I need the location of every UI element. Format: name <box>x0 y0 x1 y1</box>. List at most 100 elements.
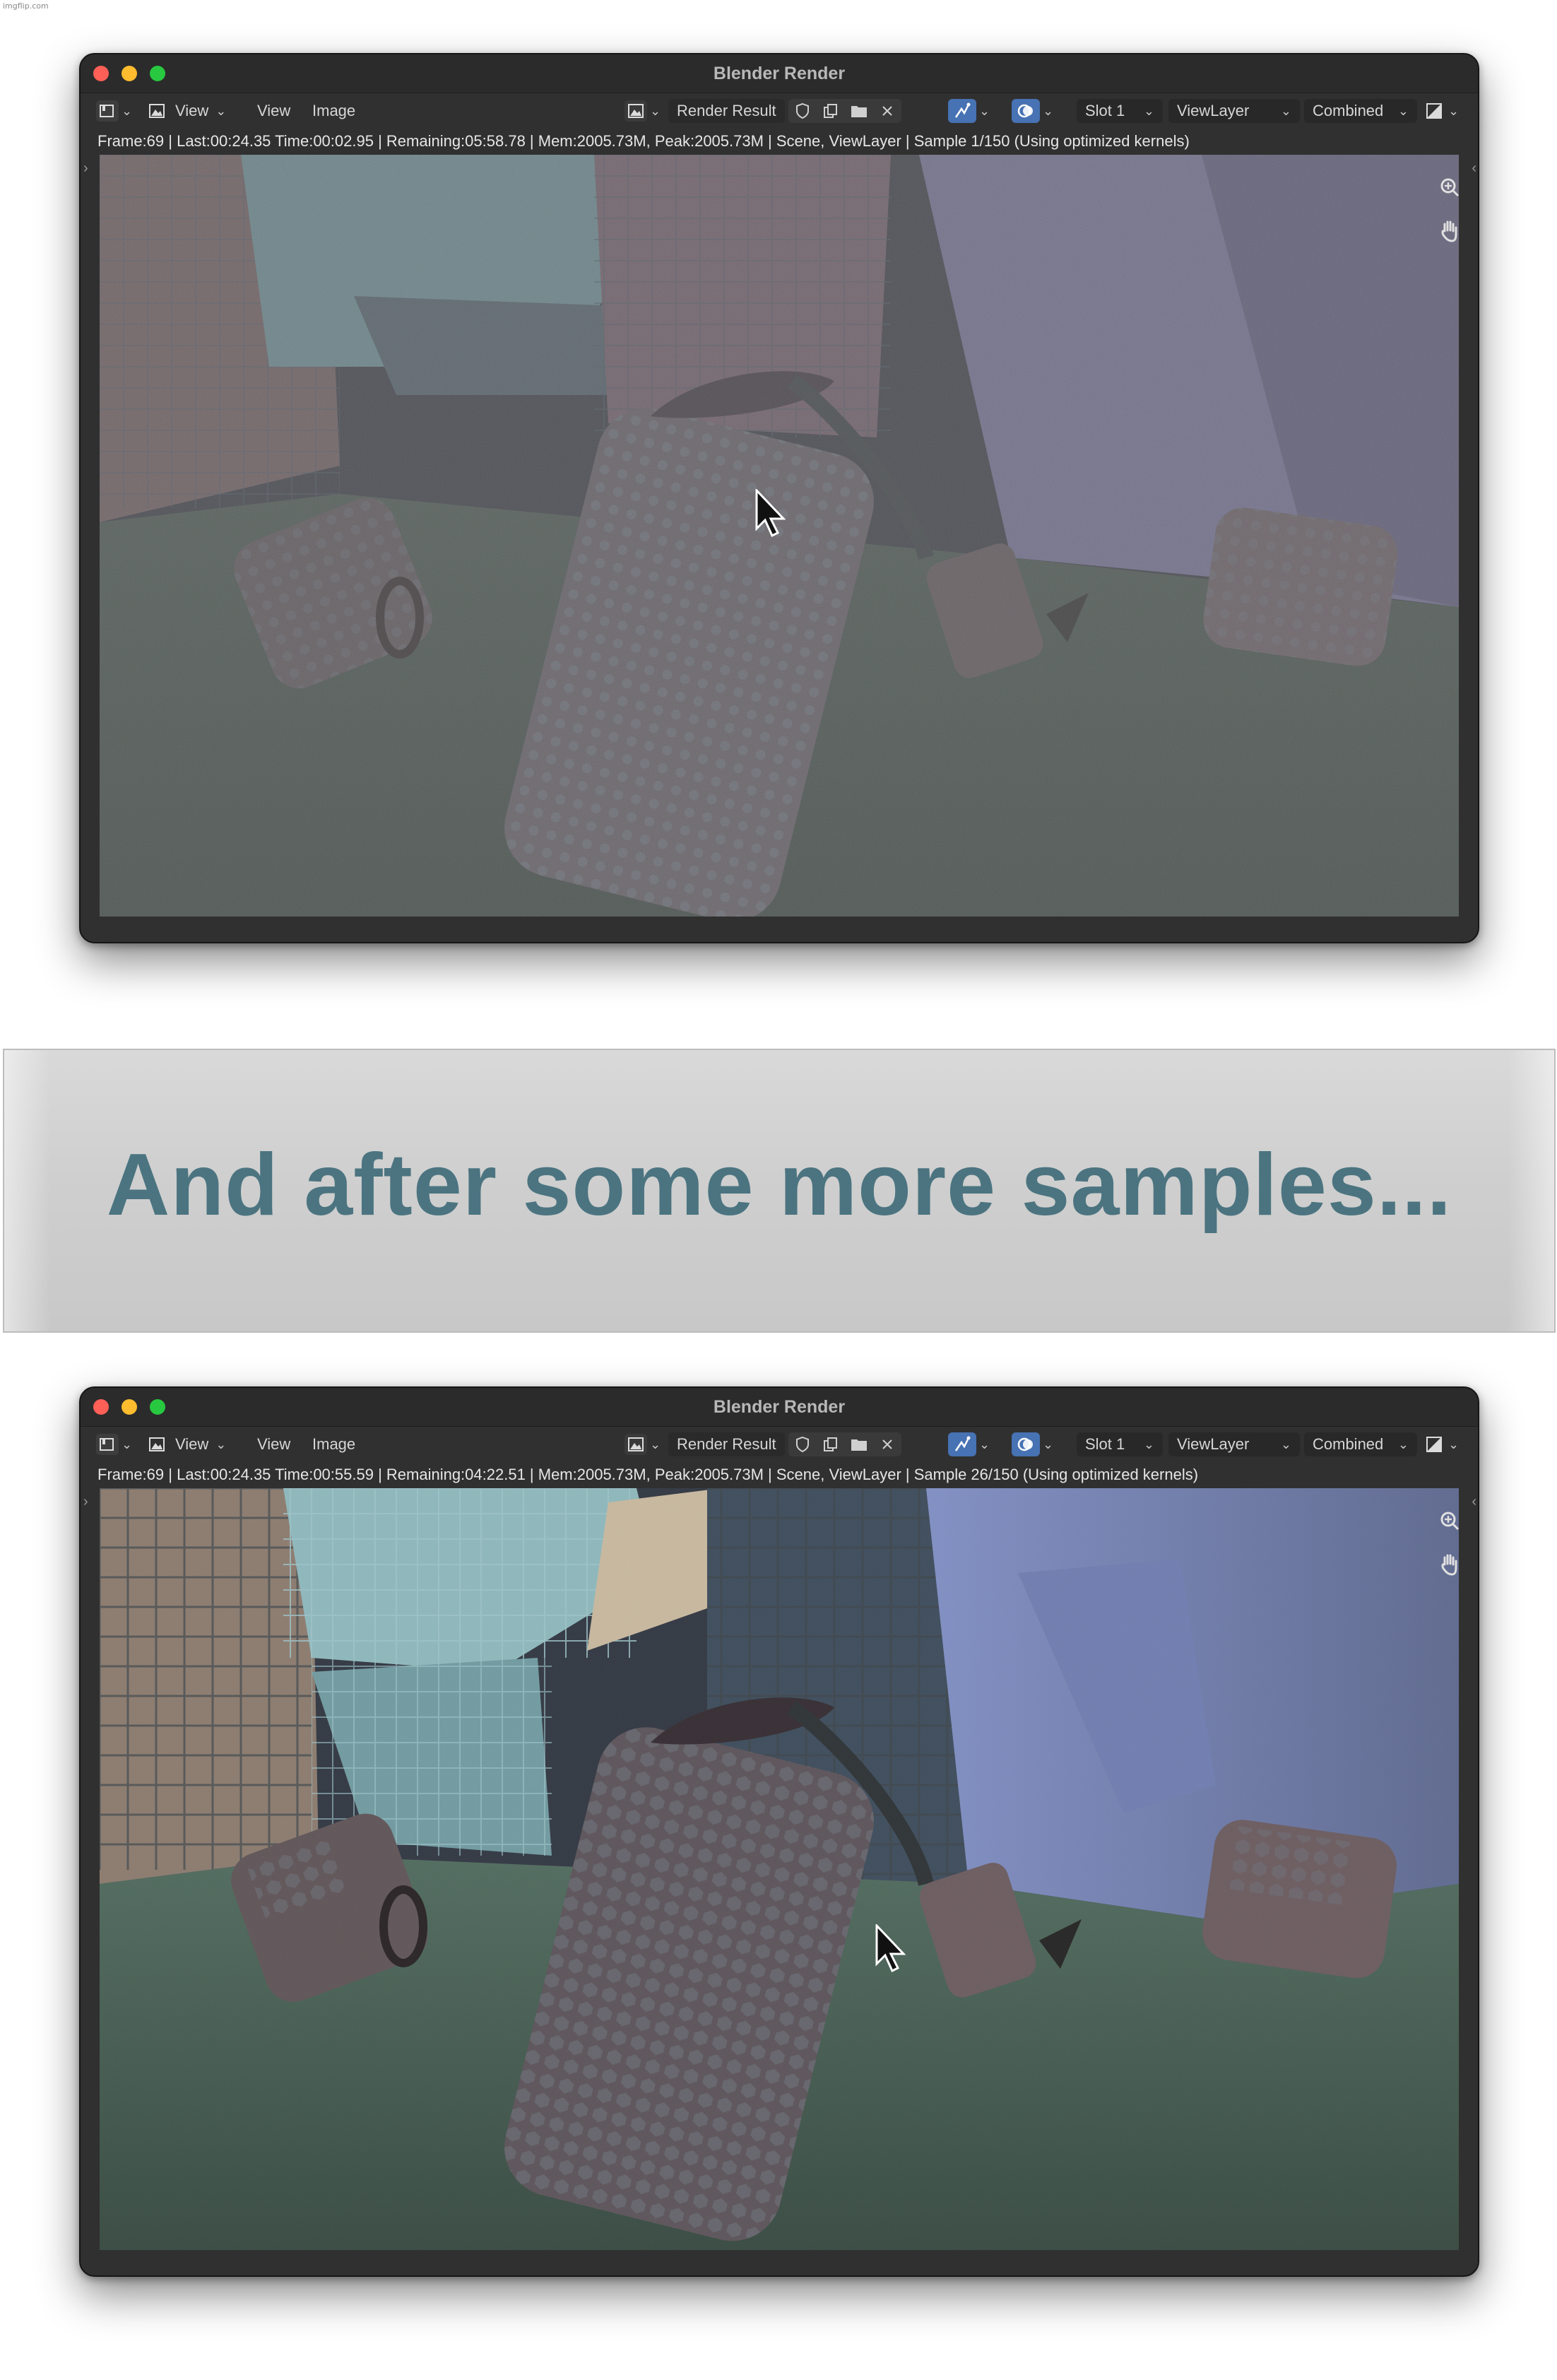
chevron-down-icon: ⌄ <box>979 103 990 118</box>
chevron-down-icon: ⌄ <box>1280 1437 1291 1451</box>
sidebar-expand-arrow[interactable]: ‹ <box>1472 160 1476 177</box>
view-menu-label: View <box>257 1435 291 1453</box>
gizmo-toggle[interactable]: ⌄ <box>948 1432 990 1457</box>
render-pass-label: Combined <box>1313 102 1384 119</box>
render-status-line: Frame:69 | Last:00:24.35 Time:00:02.95 |… <box>97 132 1190 150</box>
view-layer-dropdown[interactable]: ViewLayer ⌄ <box>1168 98 1300 124</box>
image-view-icon <box>146 100 168 122</box>
slot-label: Slot 1 <box>1085 1435 1125 1453</box>
duplicate-icon[interactable] <box>817 1432 845 1456</box>
image-name-label: Render Result <box>668 1432 785 1456</box>
window-title: Blender Render <box>713 1397 846 1417</box>
image-menu-label: Image <box>312 102 356 119</box>
hand-icon[interactable] <box>1435 1550 1464 1579</box>
image-name-field[interactable]: Render Result <box>668 1432 785 1457</box>
title-bar[interactable]: Blender Render <box>81 1388 1478 1427</box>
image-browse-icon <box>624 1434 647 1455</box>
zoom-icon[interactable] <box>1435 1507 1464 1535</box>
caption-text: And after some more samples... <box>106 1136 1452 1234</box>
zoom-icon[interactable] <box>1435 173 1464 201</box>
image-browse-dropdown[interactable]: ⌄ <box>624 1432 661 1457</box>
chevron-down-icon: ⌄ <box>215 1437 227 1451</box>
caption-banner: And after some more samples... <box>3 1049 1556 1333</box>
toolbar-expand-arrow[interactable]: › <box>83 160 88 177</box>
watermark: imgflip.com <box>3 1 49 11</box>
chevron-down-icon: ⌄ <box>122 103 133 118</box>
view-layer-dropdown[interactable]: ViewLayer ⌄ <box>1168 1432 1300 1457</box>
gizmo-icon <box>948 1432 976 1456</box>
view-menu-dropdown[interactable]: View ⌄ <box>146 1432 226 1457</box>
image-editor-header: ⌄ View ⌄ View Image ⌄ Render Result ⌄ ⌄ … <box>81 1427 1478 1462</box>
chevron-down-icon: ⌄ <box>1043 1437 1054 1451</box>
image-view-icon <box>146 1434 168 1455</box>
toolbar-expand-arrow[interactable]: › <box>83 1494 88 1510</box>
slot-label: Slot 1 <box>1085 102 1125 119</box>
view-menu-label: View <box>257 102 291 119</box>
slot-dropdown[interactable]: Slot 1 ⌄ <box>1077 98 1163 124</box>
gizmo-icon <box>948 99 976 123</box>
chevron-down-icon: ⌄ <box>1397 1437 1409 1451</box>
overlay-icon <box>1012 99 1040 123</box>
chevron-down-icon: ⌄ <box>1448 1437 1460 1451</box>
view-menu-label: View <box>175 1435 209 1453</box>
image-browse-icon <box>624 100 647 122</box>
display-channels-icon <box>1423 100 1445 122</box>
hand-icon[interactable] <box>1435 217 1464 245</box>
render-viewport[interactable] <box>100 155 1459 917</box>
sidebar-expand-arrow[interactable]: ‹ <box>1472 1494 1476 1510</box>
render-pass-label: Combined <box>1313 1435 1384 1453</box>
shield-icon[interactable] <box>788 1432 817 1456</box>
chevron-down-icon: ⌄ <box>122 1437 133 1451</box>
display-channels-icon <box>1423 1434 1445 1455</box>
image-name-field[interactable]: Render Result <box>668 98 785 124</box>
chevron-down-icon: ⌄ <box>1143 103 1154 118</box>
overlay-icon <box>1012 1432 1040 1456</box>
display-channels-dropdown[interactable]: ⌄ <box>1423 98 1459 124</box>
image-browse-dropdown[interactable]: ⌄ <box>624 98 661 124</box>
folder-icon[interactable] <box>845 1432 873 1456</box>
image-menu[interactable]: Image <box>312 98 355 124</box>
folder-icon[interactable] <box>845 99 873 123</box>
image-actions <box>788 1432 901 1457</box>
view-menu-label: View <box>175 102 209 119</box>
window-title: Blender Render <box>713 64 846 83</box>
editor-type-selector[interactable]: ⌄ <box>96 1432 132 1457</box>
view-menu-dropdown[interactable]: View ⌄ <box>146 98 226 124</box>
chevron-down-icon: ⌄ <box>650 103 661 118</box>
editor-type-selector[interactable]: ⌄ <box>96 98 132 124</box>
view-layer-label: ViewLayer <box>1177 1435 1250 1453</box>
render-status-line: Frame:69 | Last:00:24.35 Time:00:55.59 |… <box>97 1466 1199 1483</box>
chevron-down-icon: ⌄ <box>1280 103 1291 118</box>
overlay-toggle[interactable]: ⌄ <box>1012 98 1053 124</box>
display-channels-dropdown[interactable]: ⌄ <box>1423 1432 1459 1457</box>
chevron-down-icon: ⌄ <box>979 1437 990 1451</box>
shield-icon[interactable] <box>788 99 817 123</box>
image-editor-header: ⌄ View ⌄ View Image ⌄ Render Result ⌄ ⌄ … <box>81 93 1478 129</box>
render-result-image <box>100 1488 1459 2250</box>
close-icon[interactable] <box>873 99 901 123</box>
duplicate-icon[interactable] <box>817 99 845 123</box>
blender-render-window-2: Blender Render ⌄ View ⌄ View Image ⌄ Ren… <box>79 1386 1479 2277</box>
chevron-down-icon: ⌄ <box>215 103 227 118</box>
chevron-down-icon: ⌄ <box>1448 103 1460 118</box>
gizmo-toggle[interactable]: ⌄ <box>948 98 990 124</box>
view-menu[interactable]: View <box>257 1432 290 1457</box>
render-viewport[interactable] <box>100 1488 1459 2250</box>
blender-render-window-1: Blender Render ⌄ View ⌄ View Image ⌄ Ren… <box>79 53 1479 943</box>
chevron-down-icon: ⌄ <box>1397 103 1409 118</box>
render-pass-dropdown[interactable]: Combined ⌄ <box>1304 1432 1417 1457</box>
view-menu[interactable]: View <box>257 98 290 124</box>
title-bar[interactable]: Blender Render <box>81 54 1478 93</box>
render-pass-dropdown[interactable]: Combined ⌄ <box>1304 98 1417 124</box>
chevron-down-icon: ⌄ <box>650 1437 661 1451</box>
mouse-cursor-icon <box>875 1924 906 1973</box>
image-name-label: Render Result <box>668 99 785 123</box>
overlay-toggle[interactable]: ⌄ <box>1012 1432 1053 1457</box>
image-editor-icon <box>96 1434 119 1455</box>
image-menu[interactable]: Image <box>312 1432 355 1457</box>
close-icon[interactable] <box>873 1432 901 1456</box>
image-menu-label: Image <box>312 1435 356 1453</box>
chevron-down-icon: ⌄ <box>1143 1437 1154 1451</box>
slot-dropdown[interactable]: Slot 1 ⌄ <box>1077 1432 1163 1457</box>
mouse-cursor-icon <box>755 489 786 538</box>
